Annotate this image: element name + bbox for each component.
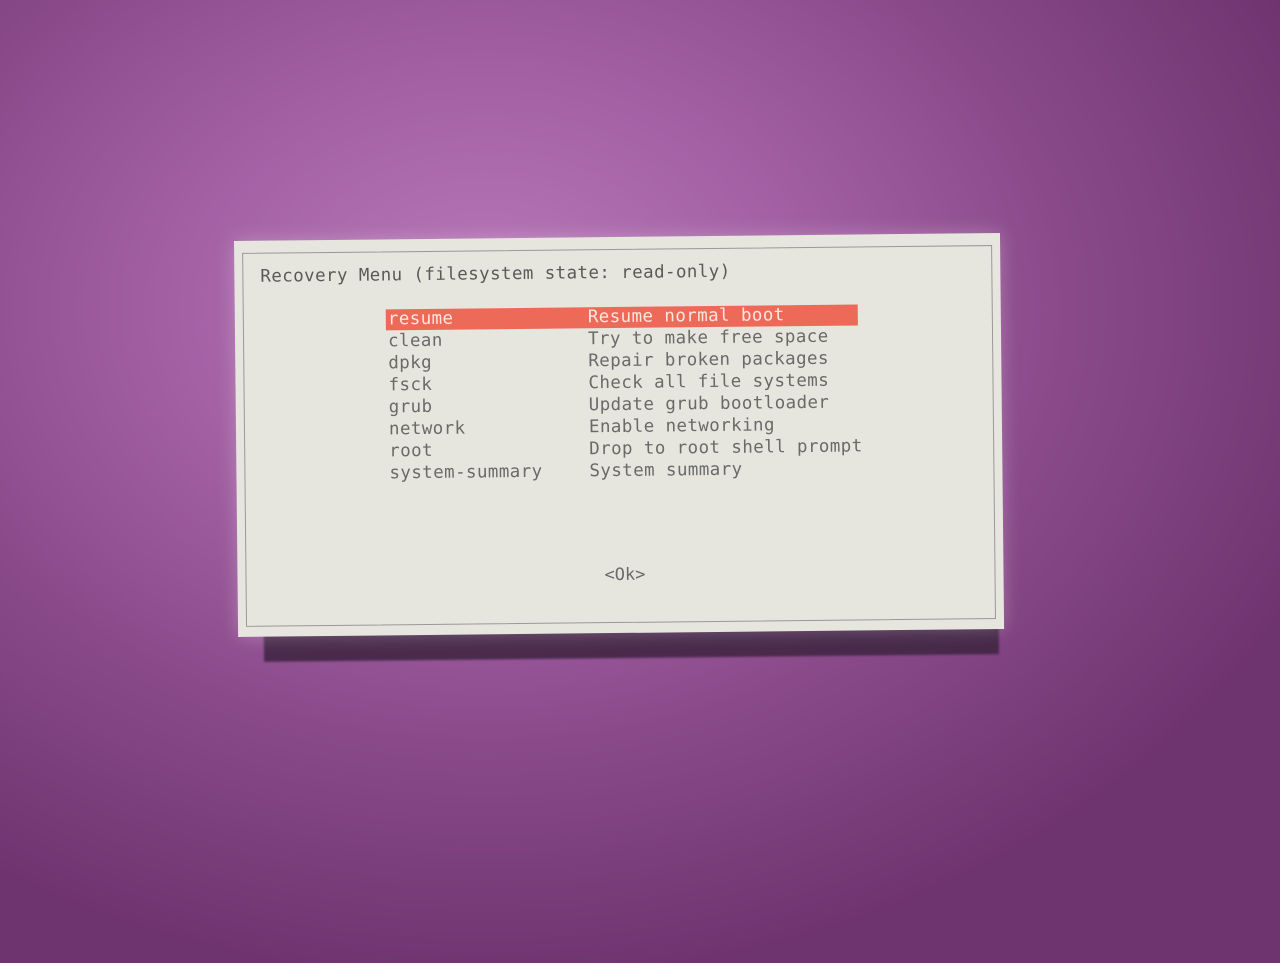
menu-item-system-summary[interactable]: system-summary System summary <box>387 458 859 484</box>
menu-item-key: clean <box>387 330 443 352</box>
dialog-title: Recovery Menu (filesystem state: read-on… <box>260 261 731 287</box>
menu-item-description: Resume normal boot <box>587 305 785 328</box>
menu-item-key: resume <box>387 308 454 330</box>
menu-item-description: Drop to root shell prompt <box>589 436 863 460</box>
dialog-border: Recovery Menu (filesystem state: read-on… <box>242 245 997 627</box>
menu-item-description: System summary <box>589 459 743 482</box>
menu-item-description: Enable networking <box>588 415 775 438</box>
menu-item-key: system-summary <box>389 461 543 484</box>
menu-item-description: Update grub bootloader <box>588 392 830 416</box>
ok-button[interactable]: <Ok> <box>604 565 645 585</box>
menu-item-key: grub <box>388 396 433 418</box>
menu-item-key: dpkg <box>388 352 433 374</box>
menu-item-key: fsck <box>388 374 433 396</box>
menu-item-key: network <box>388 418 466 440</box>
menu-item-description: Check all file systems <box>588 370 830 394</box>
menu-item-key: root <box>389 440 434 462</box>
recovery-menu-dialog: Recovery Menu (filesystem state: read-on… <box>234 232 1005 637</box>
menu-item-description: Repair broken packages <box>588 348 829 372</box>
menu-item-description: Try to make free space <box>587 326 829 350</box>
